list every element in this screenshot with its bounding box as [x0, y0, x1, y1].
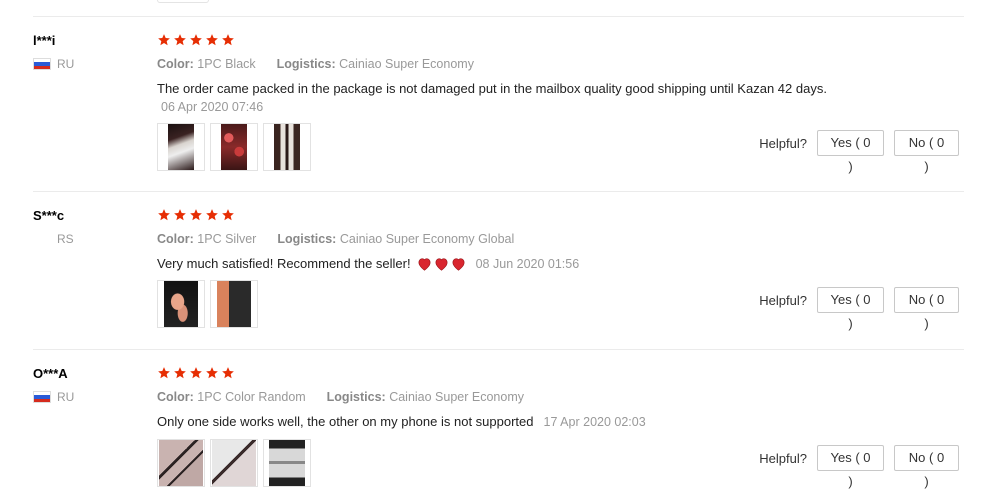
star-icon	[173, 208, 187, 222]
review-divider	[33, 349, 964, 350]
star-icon	[189, 208, 203, 222]
review-divider	[33, 191, 964, 192]
country-code: RU	[57, 390, 75, 404]
star-rating	[157, 208, 235, 222]
review-text: Very much satisfied! Recommend the selle…	[157, 256, 579, 271]
review-photo-thumbnail[interactable]	[263, 439, 311, 487]
review-date: 06 Apr 2020 07:46	[161, 100, 264, 114]
review-photo-thumbnail[interactable]	[157, 280, 205, 328]
helpful-yes-button[interactable]: Yes ( 0 )	[817, 445, 884, 489]
star-icon	[221, 33, 235, 47]
helpful-votes: Helpful? Yes ( 0 ) No ( 0 )	[759, 445, 959, 489]
color-value: 1PC Color Random	[197, 390, 306, 404]
color-label: Color:	[157, 232, 194, 246]
helpful-label: Helpful?	[759, 292, 807, 308]
star-icon	[173, 366, 187, 380]
helpful-label: Helpful?	[759, 450, 807, 466]
review-date: 08 Jun 2020 01:56	[475, 256, 580, 271]
star-icon	[221, 366, 235, 380]
logistics-label: Logistics:	[276, 57, 336, 71]
review-text: Only one side works well, the other on m…	[157, 414, 646, 429]
logistics-value: Cainiao Super Economy	[339, 57, 474, 71]
russia-flag-icon	[33, 58, 51, 70]
review-body: The order came packed in the package is …	[157, 81, 827, 96]
review-photo-thumbnail[interactable]	[157, 439, 205, 487]
helpful-no-button[interactable]: No ( 0 )	[894, 287, 959, 331]
reviewer-name: O***A	[33, 366, 68, 381]
star-icon	[205, 366, 219, 380]
review-text: The order came packed in the package is …	[157, 81, 827, 96]
reviewer-name: S***c	[33, 208, 65, 223]
star-rating	[157, 33, 235, 47]
heart-emojis	[417, 257, 466, 271]
logistics-label: Logistics:	[277, 232, 337, 246]
heart-icon	[435, 257, 448, 271]
review-photos	[157, 123, 311, 171]
review-photo-thumbnail[interactable]	[210, 123, 258, 171]
helpful-votes: Helpful? Yes ( 0 ) No ( 0 )	[759, 130, 959, 174]
helpful-yes-button[interactable]: Yes ( 0 )	[817, 130, 884, 174]
star-icon	[205, 33, 219, 47]
helpful-yes-button[interactable]: Yes ( 0 )	[817, 287, 884, 331]
review-body: Only one side works well, the other on m…	[157, 414, 534, 429]
helpful-label: Helpful?	[759, 135, 807, 151]
country-code: RU	[57, 57, 75, 71]
star-icon	[221, 208, 235, 222]
review-photo-thumbnail[interactable]	[157, 123, 205, 171]
heart-icon	[418, 257, 431, 271]
helpful-no-button[interactable]: No ( 0 )	[894, 445, 959, 489]
review-photo-thumbnail[interactable]	[263, 123, 311, 171]
color-value: 1PC Black	[197, 57, 256, 71]
reviewer-country: RS	[33, 232, 74, 246]
logistics-label: Logistics:	[326, 390, 386, 404]
review-photo-thumbnail[interactable]	[210, 280, 258, 328]
helpful-votes: Helpful? Yes ( 0 ) No ( 0 )	[759, 287, 959, 331]
color-label: Color:	[157, 57, 194, 71]
country-code: RS	[57, 232, 74, 246]
logistics-value: Cainiao Super Economy	[389, 390, 524, 404]
logistics-value: Cainiao Super Economy Global	[339, 232, 515, 246]
order-info: Color: 1PC Black Logistics: Cainiao Supe…	[157, 57, 474, 71]
previous-review-photo-edge[interactable]	[157, 0, 209, 3]
helpful-no-button[interactable]: No ( 0 )	[894, 130, 959, 174]
review-photo-thumbnail[interactable]	[210, 439, 258, 487]
heart-icon	[452, 257, 465, 271]
order-info: Color: 1PC Silver Logistics: Cainiao Sup…	[157, 232, 514, 246]
color-value: 1PC Silver	[197, 232, 257, 246]
russia-flag-icon	[33, 391, 51, 403]
order-info: Color: 1PC Color Random Logistics: Caini…	[157, 390, 524, 404]
star-icon	[157, 208, 171, 222]
star-rating	[157, 366, 235, 380]
reviewer-name: l***i	[33, 33, 56, 48]
review-photos	[157, 439, 311, 487]
star-icon	[173, 33, 187, 47]
star-icon	[205, 208, 219, 222]
star-icon	[157, 366, 171, 380]
star-icon	[189, 33, 203, 47]
star-icon	[157, 33, 171, 47]
review-divider	[33, 16, 964, 17]
review-date: 17 Apr 2020 02:03	[543, 414, 646, 429]
review-body: Very much satisfied! Recommend the selle…	[157, 256, 411, 271]
review-photos	[157, 280, 258, 328]
reviewer-country: RU	[33, 57, 74, 71]
reviewer-country: RU	[33, 390, 74, 404]
color-label: Color:	[157, 390, 194, 404]
star-icon	[189, 366, 203, 380]
